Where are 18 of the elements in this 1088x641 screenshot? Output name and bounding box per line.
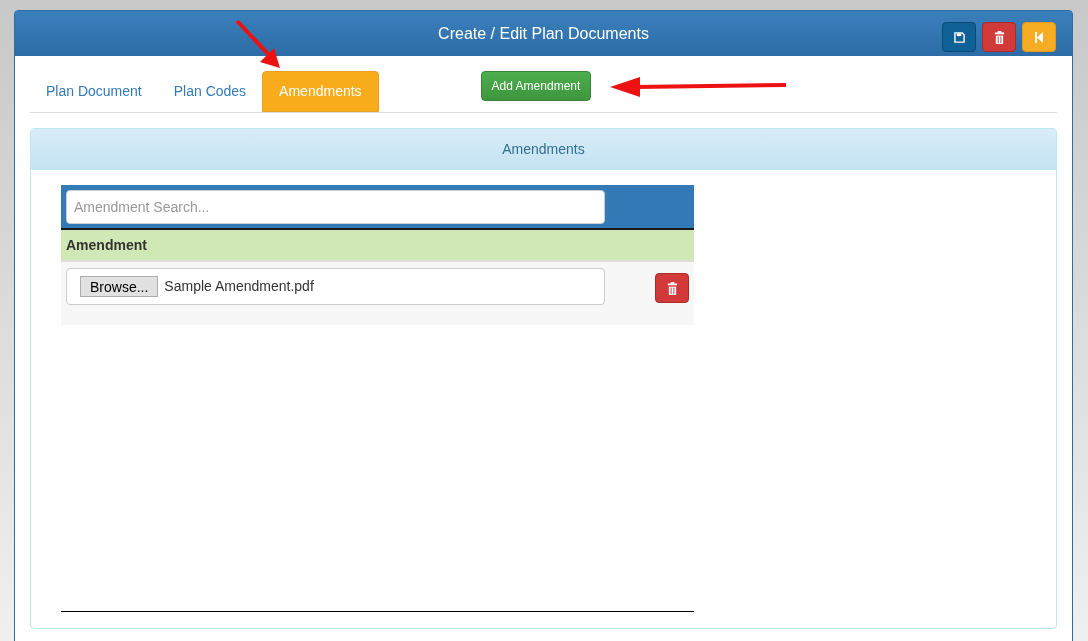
save-button[interactable] — [942, 22, 976, 52]
window-title: Create / Edit Plan Documents — [438, 23, 649, 44]
search-field[interactable]: Amendment Search... — [66, 189, 605, 224]
tab[interactable]: Plan Document — [30, 71, 158, 112]
skip-back-icon — [1034, 31, 1044, 43]
file-name: Sample Amendment.pdf — [164, 277, 314, 296]
file-input[interactable]: Browse... Sample Amendment.pdf — [66, 268, 605, 305]
panel-title: Amendments — [502, 139, 585, 159]
tab[interactable]: Plan Codes — [157, 71, 263, 112]
delete-button[interactable] — [982, 22, 1016, 52]
trash-icon — [666, 281, 678, 295]
save-icon — [953, 31, 965, 43]
back-button[interactable] — [1022, 22, 1056, 52]
browse-button[interactable]: Browse... — [80, 276, 159, 297]
add-amendment-button[interactable]: Add Amendment — [480, 71, 592, 101]
delete-button[interactable] — [655, 273, 689, 303]
trash-icon — [993, 30, 1005, 44]
column-header: Amendment — [61, 230, 694, 262]
